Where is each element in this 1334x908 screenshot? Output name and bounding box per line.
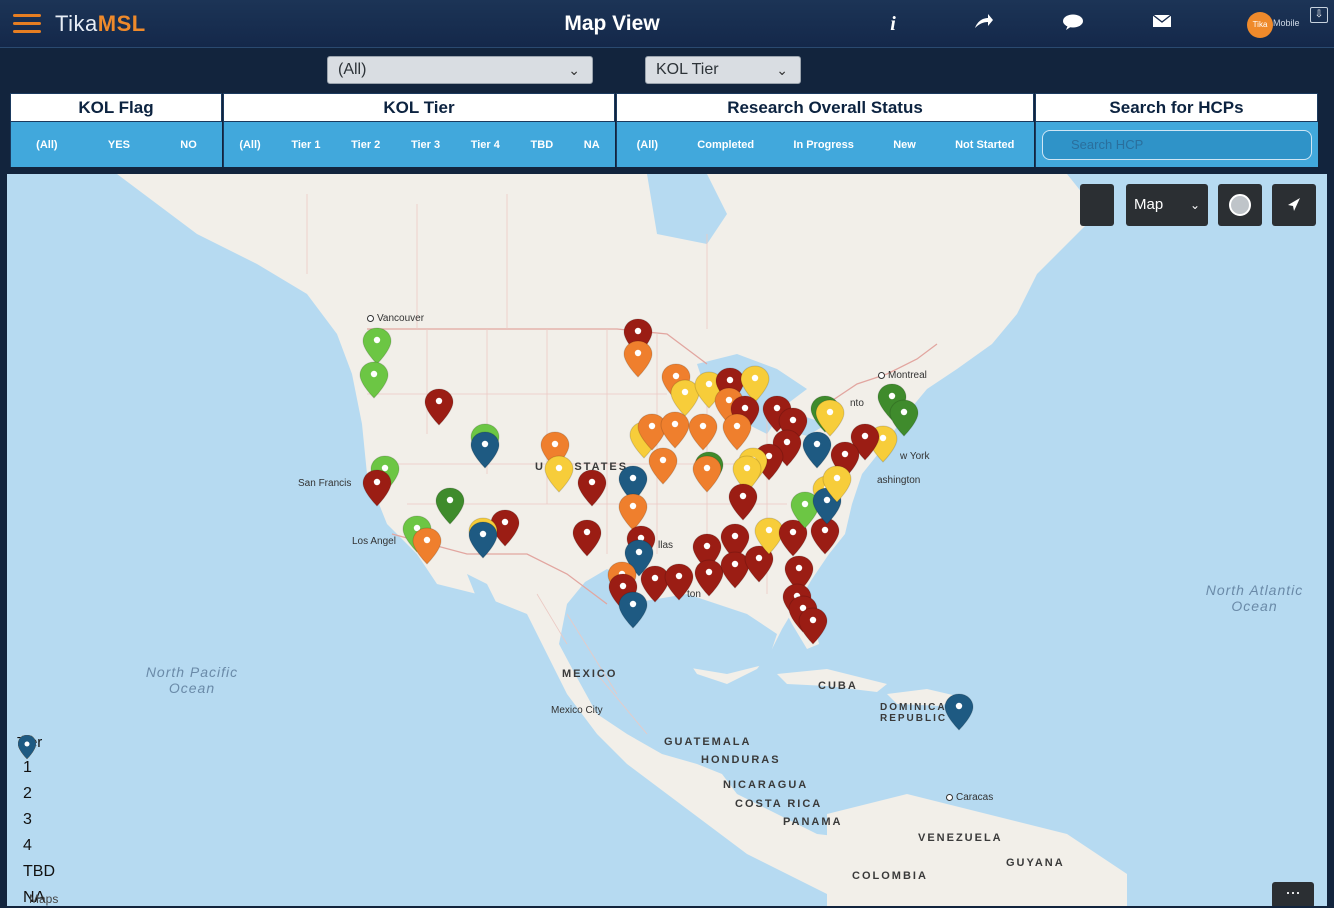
kol-tier-option-tier2[interactable]: Tier 2 [345,136,386,154]
map-marker-r[interactable] [664,563,694,601]
legend-item-tier2: 2 [17,735,107,807]
kol-flag-option-yes[interactable]: YES [102,136,136,154]
locate-me-button[interactable] [1272,184,1316,226]
kol-tier-filter: KOL Tier (All) Tier 1 Tier 2 Tier 3 Tier… [223,93,615,169]
map-marker-o[interactable] [623,340,653,378]
legend-label: 2 [23,785,32,802]
research-option-all[interactable]: (All) [631,136,664,154]
map-marker-o[interactable] [648,447,678,485]
map-marker-y[interactable] [544,455,574,493]
legend-label: 4 [23,837,32,854]
kol-tier-dropdown[interactable]: KOL Tier ⌄ [645,56,801,84]
mail-icon[interactable] [1149,12,1175,36]
map-marker-b[interactable] [802,431,832,469]
chevron-down-icon: ⌄ [776,62,788,78]
primary-dropdown-value: (All) [338,61,367,78]
kol-flag-option-no[interactable]: NO [174,136,203,154]
info-icon[interactable]: i [880,12,906,36]
map-marker-b[interactable] [944,693,974,731]
map-marker-r[interactable] [362,469,392,507]
map-marker-o[interactable] [688,413,718,451]
research-status-filter: Research Overall Status (All) Completed … [616,93,1034,169]
kol-tier-dropdown-value: KOL Tier [656,61,719,78]
research-option-not-started[interactable]: Not Started [949,136,1020,154]
kol-tier-option-all[interactable]: (All) [233,136,266,154]
map-marker-b[interactable] [468,521,498,559]
kol-tier-option-tier3[interactable]: Tier 3 [405,136,446,154]
legend-label: 1 [23,759,32,776]
map-marker-o[interactable] [412,527,442,565]
title-bar: TikaMSL Map View i Tika Mobile ⇩ [0,0,1334,48]
legend-item-tier4: 4 [17,735,107,859]
map-blank-control[interactable] [1080,184,1114,226]
kol-flag-header: KOL Flag [10,93,222,122]
kol-tier-option-na[interactable]: NA [578,136,606,154]
map-marker-o[interactable] [660,411,690,449]
map-marker-b[interactable] [470,431,500,469]
chevron-down-icon: ⌄ [1189,198,1200,212]
map-marker-r[interactable] [572,519,602,557]
kol-tier-option-tier4[interactable]: Tier 4 [465,136,506,154]
tier-legend: Tier 1 2 3 4 TBD NA [17,734,107,906]
map-marker-r[interactable] [810,517,840,555]
map-marker-y[interactable] [815,399,845,437]
map-type-select[interactable]: Map ⌄ [1126,184,1208,226]
avatar[interactable]: Tika [1247,12,1273,38]
research-status-header: Research Overall Status [616,93,1034,122]
map-marker-r[interactable] [694,559,724,597]
kol-tier-option-tbd[interactable]: TBD [525,136,560,154]
legend-label: TBD [23,863,55,880]
map-3d-toggle[interactable] [1218,184,1262,226]
map-marker-r[interactable] [424,388,454,426]
globe-icon [1229,194,1251,216]
search-hcp-input[interactable] [1042,129,1312,160]
more-options-button[interactable]: ... [1272,879,1314,906]
map-marker-r[interactable] [640,565,670,603]
share-icon[interactable] [970,12,996,36]
chat-icon[interactable] [1060,12,1086,36]
primary-dropdown[interactable]: (All) ⌄ [327,56,593,84]
maps-credit: Maps [29,892,59,906]
map-marker-o[interactable] [722,413,752,451]
kol-tier-header: KOL Tier [223,93,615,122]
filter-panel: KOL Flag (All) YES NO KOL Tier (All) Tie… [10,93,1318,169]
legend-item-tbd: TBD [17,735,107,885]
location-arrow-icon [1288,198,1300,211]
map-marker-o[interactable] [692,455,722,493]
chevron-down-icon: ⌄ [568,62,580,78]
map-marker-r[interactable] [798,607,828,645]
research-option-in-progress[interactable]: In Progress [787,136,860,154]
map-marker-l[interactable] [359,361,389,399]
map-canvas[interactable]: Vancouver Montreal nto w York ashington … [7,174,1327,906]
kol-flag-option-all[interactable]: (All) [30,136,63,154]
legend-item-tier3: 3 [17,735,107,833]
map-marker-r[interactable] [577,469,607,507]
map-marker-r[interactable] [728,483,758,521]
map-marker-b[interactable] [618,591,648,629]
kol-flag-filter: KOL Flag (All) YES NO [10,93,222,169]
app-window: TikaMSL Map View i Tika Mobile ⇩ (All) ⌄… [0,0,1334,908]
legend-label: 3 [23,811,32,828]
avatar-label: Mobile [1273,18,1300,28]
kol-tier-option-tier1[interactable]: Tier 1 [285,136,326,154]
research-option-completed[interactable]: Completed [691,136,760,154]
map-marker-g[interactable] [435,487,465,525]
search-hcp-filter: Search for HCPs [1035,93,1318,169]
map-type-value: Map [1134,196,1164,213]
map-marker-o[interactable] [618,493,648,531]
map-marker-l[interactable] [362,327,392,365]
page-title: Map View [564,12,660,35]
download-icon[interactable]: ⇩ [1310,7,1328,23]
map-markers-layer[interactable] [7,174,1327,906]
marker-na-icon [18,735,36,759]
search-hcp-header: Search for HCPs [1035,93,1318,122]
research-option-new[interactable]: New [887,136,922,154]
